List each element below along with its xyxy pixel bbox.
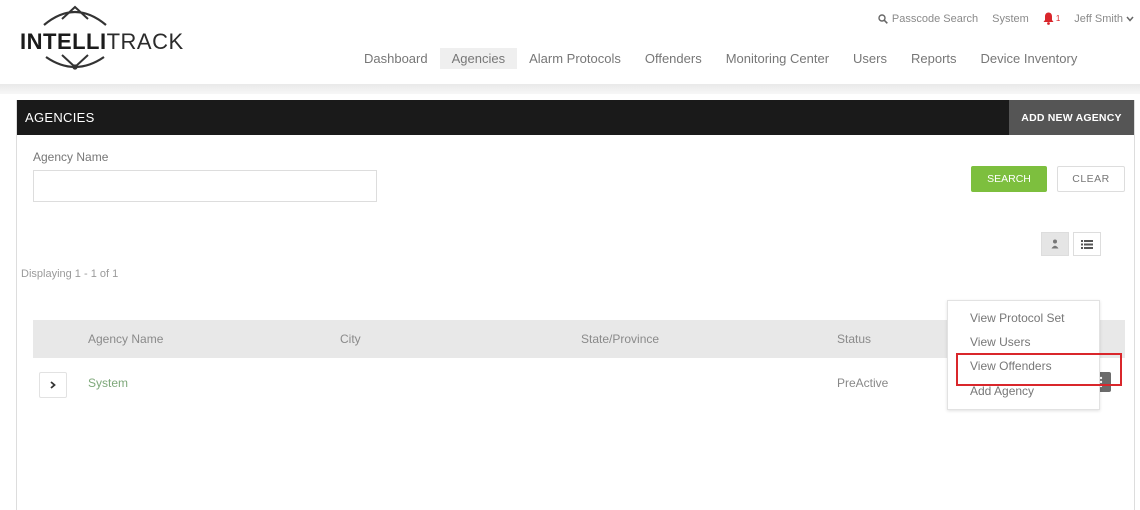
- agency-status: PreActive: [837, 376, 889, 390]
- nav-alarm-protocols[interactable]: Alarm Protocols: [517, 48, 633, 69]
- logo-wordmark: INTELLITRACK: [20, 29, 184, 55]
- passcode-search-link[interactable]: Passcode Search: [878, 13, 978, 25]
- intellitrack-logo[interactable]: INTELLITRACK: [20, 5, 183, 73]
- clear-button[interactable]: CLEAR: [1057, 166, 1125, 192]
- user-menu[interactable]: Jeff Smith: [1074, 13, 1134, 25]
- view-toggle: [1041, 232, 1101, 256]
- notifications-button[interactable]: 1: [1043, 12, 1060, 25]
- add-new-agency-button[interactable]: ADD NEW AGENCY: [1009, 100, 1134, 135]
- column-header-agency-name[interactable]: Agency Name: [88, 332, 163, 346]
- main-nav: Dashboard Agencies Alarm Protocols Offen…: [352, 46, 1140, 70]
- logo-rest-text: TRACK: [106, 29, 184, 54]
- header-divider: [0, 84, 1140, 94]
- expand-row-button[interactable]: [39, 372, 67, 398]
- system-link[interactable]: System: [992, 13, 1029, 25]
- agency-name-link[interactable]: System: [88, 376, 128, 390]
- passcode-search-label: Passcode Search: [891, 12, 979, 25]
- results-count: Displaying 1 - 1 of 1: [21, 268, 119, 280]
- logo-bold-text: INTELLI: [20, 29, 107, 54]
- chevron-right-icon: [50, 381, 56, 389]
- column-header-city[interactable]: City: [340, 332, 361, 346]
- nav-reports[interactable]: Reports: [899, 48, 969, 69]
- nav-monitoring-center[interactable]: Monitoring Center: [714, 48, 841, 69]
- agency-name-label: Agency Name: [33, 150, 109, 164]
- menu-item-view-users[interactable]: View Users: [970, 335, 1030, 349]
- user-icon: [1051, 239, 1059, 249]
- search-icon: [878, 13, 888, 24]
- nav-dashboard[interactable]: Dashboard: [352, 48, 440, 69]
- menu-item-add-agency[interactable]: Add Agency: [970, 384, 1034, 398]
- notification-count: 1: [1055, 14, 1061, 23]
- nav-agencies[interactable]: Agencies: [439, 47, 518, 69]
- panel-title-bar: AGENCIES ADD NEW AGENCY: [17, 100, 1134, 135]
- nav-users[interactable]: Users: [841, 48, 899, 69]
- list-icon: [1081, 240, 1093, 249]
- chevron-down-icon: [1126, 16, 1134, 22]
- card-view-button[interactable]: [1041, 232, 1069, 256]
- utility-bar: Passcode Search System 1 Jeff Smith: [878, 12, 1134, 25]
- menu-item-view-offenders[interactable]: View Offenders: [970, 359, 1052, 373]
- column-header-status[interactable]: Status: [837, 332, 871, 346]
- search-button[interactable]: SEARCH: [971, 166, 1047, 192]
- app-header: INTELLITRACK Passcode Search System 1 Je…: [0, 0, 1140, 84]
- menu-item-view-protocol-set[interactable]: View Protocol Set: [970, 311, 1065, 325]
- agency-name-input[interactable]: [33, 170, 377, 202]
- user-name: Jeff Smith: [1074, 12, 1123, 25]
- bell-icon: [1043, 12, 1054, 25]
- panel-title: AGENCIES: [25, 110, 95, 125]
- nav-offenders[interactable]: Offenders: [633, 48, 714, 69]
- list-view-button[interactable]: [1073, 232, 1101, 256]
- row-actions-menu: View Protocol Set View Users View Offend…: [947, 300, 1122, 410]
- column-header-state[interactable]: State/Province: [581, 332, 659, 346]
- nav-device-inventory[interactable]: Device Inventory: [969, 48, 1090, 69]
